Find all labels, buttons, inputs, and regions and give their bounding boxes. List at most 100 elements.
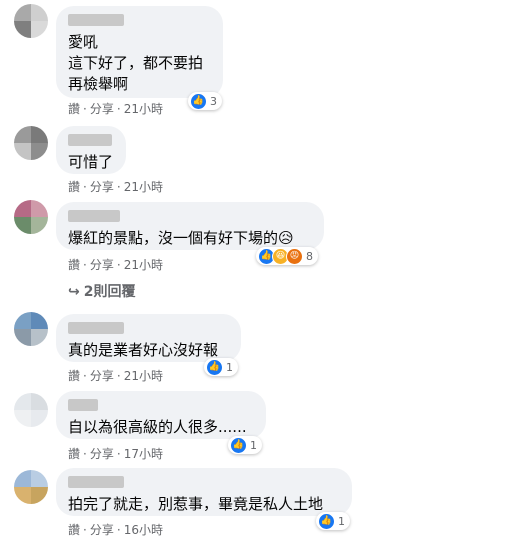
share-link[interactable]: 分享 <box>90 256 114 273</box>
comment-actions: 讚 · 分享 · 21小時 <box>68 256 163 273</box>
separator: · <box>116 369 121 383</box>
avatar[interactable] <box>14 4 48 38</box>
comment-actions: 讚 · 分享 · 21小時 <box>68 367 163 384</box>
comment-text: 愛吼 這下好了，都不要拍 再檢舉啊 <box>68 33 204 93</box>
comment-text: 爆紅的景點，沒一個有好下場的😥 <box>68 229 294 247</box>
replies-label: 2則回覆 <box>83 284 136 300</box>
share-link[interactable]: 分享 <box>90 178 114 195</box>
comment-bubble: 愛吼 這下好了，都不要拍 再檢舉啊 <box>56 6 223 98</box>
commenter-name-redacted[interactable] <box>68 322 124 334</box>
avatar-pixel <box>14 217 31 234</box>
like-reaction-icon: 👍 <box>318 512 335 530</box>
comment-text: 真的是業者好心沒好報 <box>68 341 219 359</box>
avatar-pixel <box>31 312 48 329</box>
like-link[interactable]: 讚 <box>68 445 80 462</box>
comment-bubble: 自以為很高級的人很多...... <box>56 391 266 439</box>
reaction-count: 1 <box>250 438 257 452</box>
avatar-pixel <box>14 470 31 487</box>
separator: · <box>83 180 87 194</box>
avatar-pixel <box>31 126 48 143</box>
timestamp[interactable]: 21小時 <box>124 256 163 273</box>
reaction-badge[interactable]: 👍 3 <box>188 92 222 110</box>
like-reaction-icon: 👍 <box>190 92 207 110</box>
avatar[interactable] <box>14 200 48 234</box>
comment-actions: 讚 · 分享 · 16小時 <box>68 521 163 538</box>
avatar-pixel <box>14 487 31 504</box>
separator: · <box>116 523 121 537</box>
commenter-name-redacted[interactable] <box>68 210 120 222</box>
reaction-count: 1 <box>226 360 233 374</box>
separator: · <box>116 180 121 194</box>
avatar-pixel <box>14 143 31 160</box>
comment-text: 拍完了就走，別惹事，畢竟是私人土地 <box>68 495 324 513</box>
timestamp[interactable]: 17小時 <box>124 445 163 462</box>
avatar-pixel <box>14 410 31 427</box>
avatar-pixel <box>31 393 48 410</box>
commenter-name-redacted[interactable] <box>68 134 112 146</box>
timestamp[interactable]: 21小時 <box>124 367 163 384</box>
like-link[interactable]: 讚 <box>68 100 80 117</box>
comment-actions: 讚 · 分享 · 21小時 <box>68 178 163 195</box>
like-link[interactable]: 讚 <box>68 256 80 273</box>
separator: · <box>83 369 87 383</box>
avatar-pixel <box>14 329 31 346</box>
timestamp[interactable]: 16小時 <box>124 521 163 538</box>
comment-actions: 讚 · 分享 · 17小時 <box>68 445 163 462</box>
avatar-pixel <box>31 4 48 21</box>
comment-bubble: 爆紅的景點，沒一個有好下場的😥 <box>56 202 324 250</box>
like-link[interactable]: 讚 <box>68 367 80 384</box>
reaction-badge[interactable]: 👍 😆 😡 8 <box>256 247 318 265</box>
avatar[interactable] <box>14 470 48 504</box>
comment-bubble: 真的是業者好心沒好報 <box>56 314 241 362</box>
reaction-badge[interactable]: 👍 1 <box>316 512 350 530</box>
avatar-pixel <box>31 470 48 487</box>
comment-bubble: 可惜了 <box>56 126 126 174</box>
separator: · <box>83 523 87 537</box>
commenter-name-redacted[interactable] <box>68 399 98 411</box>
comment-text: 自以為很高級的人很多...... <box>68 418 247 436</box>
avatar-pixel <box>31 21 48 38</box>
avatar-pixel <box>14 200 31 217</box>
share-link[interactable]: 分享 <box>90 521 114 538</box>
share-link[interactable]: 分享 <box>90 445 114 462</box>
reaction-badge[interactable]: 👍 1 <box>228 436 262 454</box>
avatar-pixel <box>31 487 48 504</box>
like-link[interactable]: 讚 <box>68 178 80 195</box>
avatar-pixel <box>31 143 48 160</box>
reaction-count: 1 <box>338 514 345 528</box>
share-link[interactable]: 分享 <box>90 367 114 384</box>
avatar[interactable] <box>14 126 48 160</box>
reply-arrow-icon: ↪ <box>68 284 80 300</box>
reaction-count: 3 <box>210 94 217 108</box>
avatar-pixel <box>31 410 48 427</box>
avatar-pixel <box>14 126 31 143</box>
like-link[interactable]: 讚 <box>68 521 80 538</box>
timestamp[interactable]: 21小時 <box>124 178 163 195</box>
avatar-pixel <box>14 312 31 329</box>
avatar-pixel <box>14 393 31 410</box>
view-replies-link[interactable]: ↪ 2則回覆 <box>68 281 135 301</box>
separator: · <box>116 258 121 272</box>
avatar[interactable] <box>14 393 48 427</box>
reaction-count: 8 <box>306 249 313 263</box>
share-link[interactable]: 分享 <box>90 100 114 117</box>
comment-text: 可惜了 <box>68 153 114 171</box>
avatar-pixel <box>14 4 31 21</box>
like-reaction-icon: 👍 <box>206 358 223 376</box>
commenter-name-redacted[interactable] <box>68 14 124 26</box>
separator: · <box>83 258 87 272</box>
separator: · <box>83 447 87 461</box>
avatar[interactable] <box>14 312 48 346</box>
reaction-badge[interactable]: 👍 1 <box>204 358 238 376</box>
separator: · <box>116 102 121 116</box>
comment-actions: 讚 · 分享 · 21小時 <box>68 100 163 117</box>
like-reaction-icon: 👍 <box>230 436 247 454</box>
avatar-pixel <box>14 21 31 38</box>
avatar-pixel <box>31 217 48 234</box>
comment-bubble: 拍完了就走，別惹事，畢竟是私人土地 <box>56 468 352 516</box>
separator: · <box>83 102 87 116</box>
commenter-name-redacted[interactable] <box>68 476 124 488</box>
timestamp[interactable]: 21小時 <box>124 100 163 117</box>
avatar-pixel <box>31 329 48 346</box>
avatar-pixel <box>31 200 48 217</box>
